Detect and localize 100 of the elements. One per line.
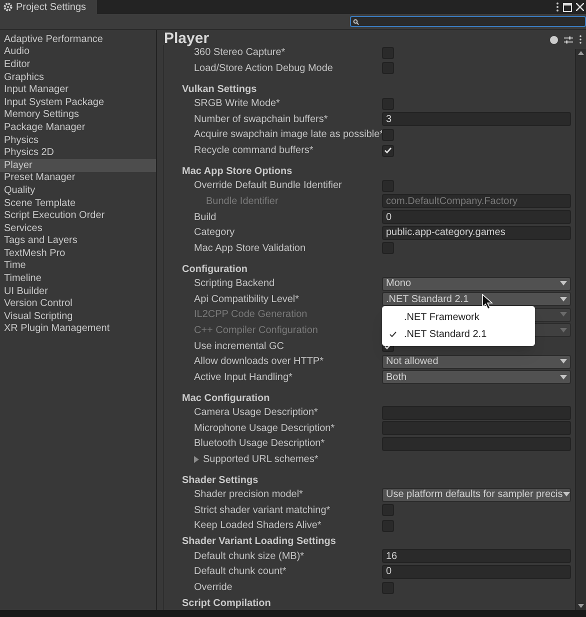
sidebar-item[interactable]: Input System Package (0, 96, 156, 109)
field-label: Microphone Usage Description* (194, 422, 335, 436)
sidebar-item[interactable]: Editor (0, 58, 156, 71)
caret-icon (560, 374, 567, 380)
scroll-up-icon[interactable] (578, 51, 584, 55)
sidebar-item[interactable]: Package Manager (0, 121, 156, 134)
sidebar-item[interactable]: Input Manager (0, 83, 156, 96)
menu-option[interactable]: .NET Framework (382, 309, 535, 326)
field-label: Load/Store Action Debug Mode (194, 62, 333, 76)
field-label: Override (194, 581, 232, 595)
sidebar-item[interactable]: Physics 2D (0, 146, 156, 159)
dropdown[interactable]: Use platform defaults for sampler precis (382, 488, 571, 502)
field-label: Build (194, 210, 216, 225)
sidebar-item[interactable]: Version Control (0, 297, 156, 310)
dropdown[interactable]: .NET Standard 2.1 (382, 292, 571, 306)
text-field[interactable]: 0 (382, 564, 571, 579)
text-field[interactable]: 16 (382, 549, 571, 564)
dropdown[interactable]: Both (382, 370, 571, 384)
field-label: Category (194, 226, 235, 240)
scroll-down-icon[interactable] (578, 604, 584, 608)
section-heading: Mac Configuration (182, 392, 270, 405)
sidebar-item[interactable]: Memory Settings (0, 108, 156, 122)
checkbox[interactable] (382, 144, 394, 157)
caret-icon (560, 328, 567, 333)
sidebar-item[interactable]: Player (0, 158, 156, 172)
gear-icon (3, 2, 13, 12)
foldout-arrow-icon (194, 456, 200, 463)
search-field[interactable] (350, 16, 586, 27)
field-label: IL2CPP Code Generation (194, 308, 308, 322)
field-value: public.app-category.games (386, 226, 506, 240)
sidebar-item[interactable]: Scene Template (0, 196, 156, 210)
field-label: Strict shader variant matching* (194, 504, 330, 518)
section-heading: Configuration (182, 262, 248, 276)
field-value: 0 (386, 565, 392, 580)
field-label: Bundle Identifier (205, 194, 278, 209)
caret-icon (560, 296, 567, 302)
field-label: Use incremental GC (194, 340, 284, 354)
field-label: 360 Stereo Capture* (194, 46, 286, 60)
sidebar-item[interactable]: Adaptive Performance (0, 33, 156, 46)
field-label: Number of swapchain buffers* (194, 112, 328, 127)
caret-icon (560, 281, 567, 286)
field-label: Mac App Store Validation (194, 242, 306, 256)
field-value: 3 (386, 112, 392, 127)
sidebar-item[interactable]: TextMesh Pro (0, 247, 156, 260)
sidebar-item[interactable]: XR Plugin Management (0, 322, 156, 336)
field-label: SRGB Write Mode* (194, 97, 280, 112)
field-label: Api Compatibility Level* (194, 292, 300, 307)
caret-icon (562, 492, 570, 498)
sidebar-item[interactable]: Time (0, 260, 156, 272)
section-heading: Shader Variant Loading Settings (182, 535, 336, 548)
preset-sliders-icon[interactable] (564, 36, 573, 44)
dropdown[interactable]: Not allowed (382, 354, 571, 369)
field-label: Bluetooth Usage Description* (194, 437, 325, 452)
section-heading: Shader Settings (182, 474, 258, 487)
text-field[interactable]: 3 (382, 112, 571, 126)
field-label: Active Input Handling* (194, 370, 292, 385)
maximize-icon[interactable] (563, 2, 572, 12)
more-options-icon[interactable] (556, 2, 559, 12)
sidebar-item[interactable]: Quality (0, 184, 156, 197)
field-label: Override Default Bundle Identifier (194, 179, 342, 194)
field-label: Recycle command buffers* (194, 144, 314, 158)
field-value: 0 (386, 210, 392, 225)
dropdown[interactable]: Mono (382, 276, 571, 290)
scrollbar[interactable] (575, 49, 586, 610)
sidebar-item[interactable]: Preset Manager (0, 172, 156, 184)
section-heading: Script Compilation (182, 596, 271, 610)
field-label: Camera Usage Description* (194, 406, 318, 420)
field-label: Default chunk count* (194, 565, 286, 580)
field-value: com.DefaultCompany.Factory (386, 194, 518, 209)
sidebar-item[interactable]: Timeline (0, 272, 156, 285)
text-field[interactable]: 0 (382, 210, 571, 224)
window-tab[interactable]: Project Settings (0, 0, 97, 14)
sidebar-item[interactable]: Tags and Layers (0, 234, 156, 248)
sidebar-item[interactable]: UI Builder (0, 284, 156, 298)
search-icon (353, 18, 359, 24)
foldout-toggle[interactable]: Supported URL schemes* (194, 452, 318, 467)
field-label: C++ Compiler Configuration (194, 324, 318, 338)
section-heading: Mac App Store Options (182, 164, 292, 178)
field-label: Default chunk size (MB)* (194, 550, 304, 564)
sidebar-item[interactable]: Visual Scripting (0, 310, 156, 323)
menu-option[interactable]: .NET Standard 2.1 (382, 326, 535, 344)
caret-icon (560, 359, 567, 364)
sidebar-item[interactable]: Audio (0, 46, 156, 58)
close-icon[interactable] (576, 3, 584, 11)
sidebar-item[interactable]: Script Execution Order (0, 209, 156, 222)
sidebar-item[interactable]: Graphics (0, 70, 156, 84)
section-heading: Vulkan Settings (182, 82, 257, 96)
help-icon[interactable] (550, 36, 558, 44)
checkmark-icon (384, 147, 392, 154)
field-label: Keep Loaded Shaders Alive* (194, 519, 322, 534)
sidebar-item[interactable]: Services (0, 222, 156, 234)
caret-icon (560, 312, 567, 318)
field-label: Acquire swapchain image late as possible* (194, 128, 384, 142)
field-value: 16 (386, 550, 398, 564)
field-label: Allow downloads over HTTP* (194, 355, 324, 370)
text-field[interactable]: public.app-category.games (382, 226, 571, 240)
field-label: Scripting Backend (194, 277, 275, 291)
field-label: Shader precision model* (194, 488, 303, 502)
sidebar-item[interactable]: Physics (0, 134, 156, 146)
more-options-icon[interactable] (579, 35, 582, 44)
